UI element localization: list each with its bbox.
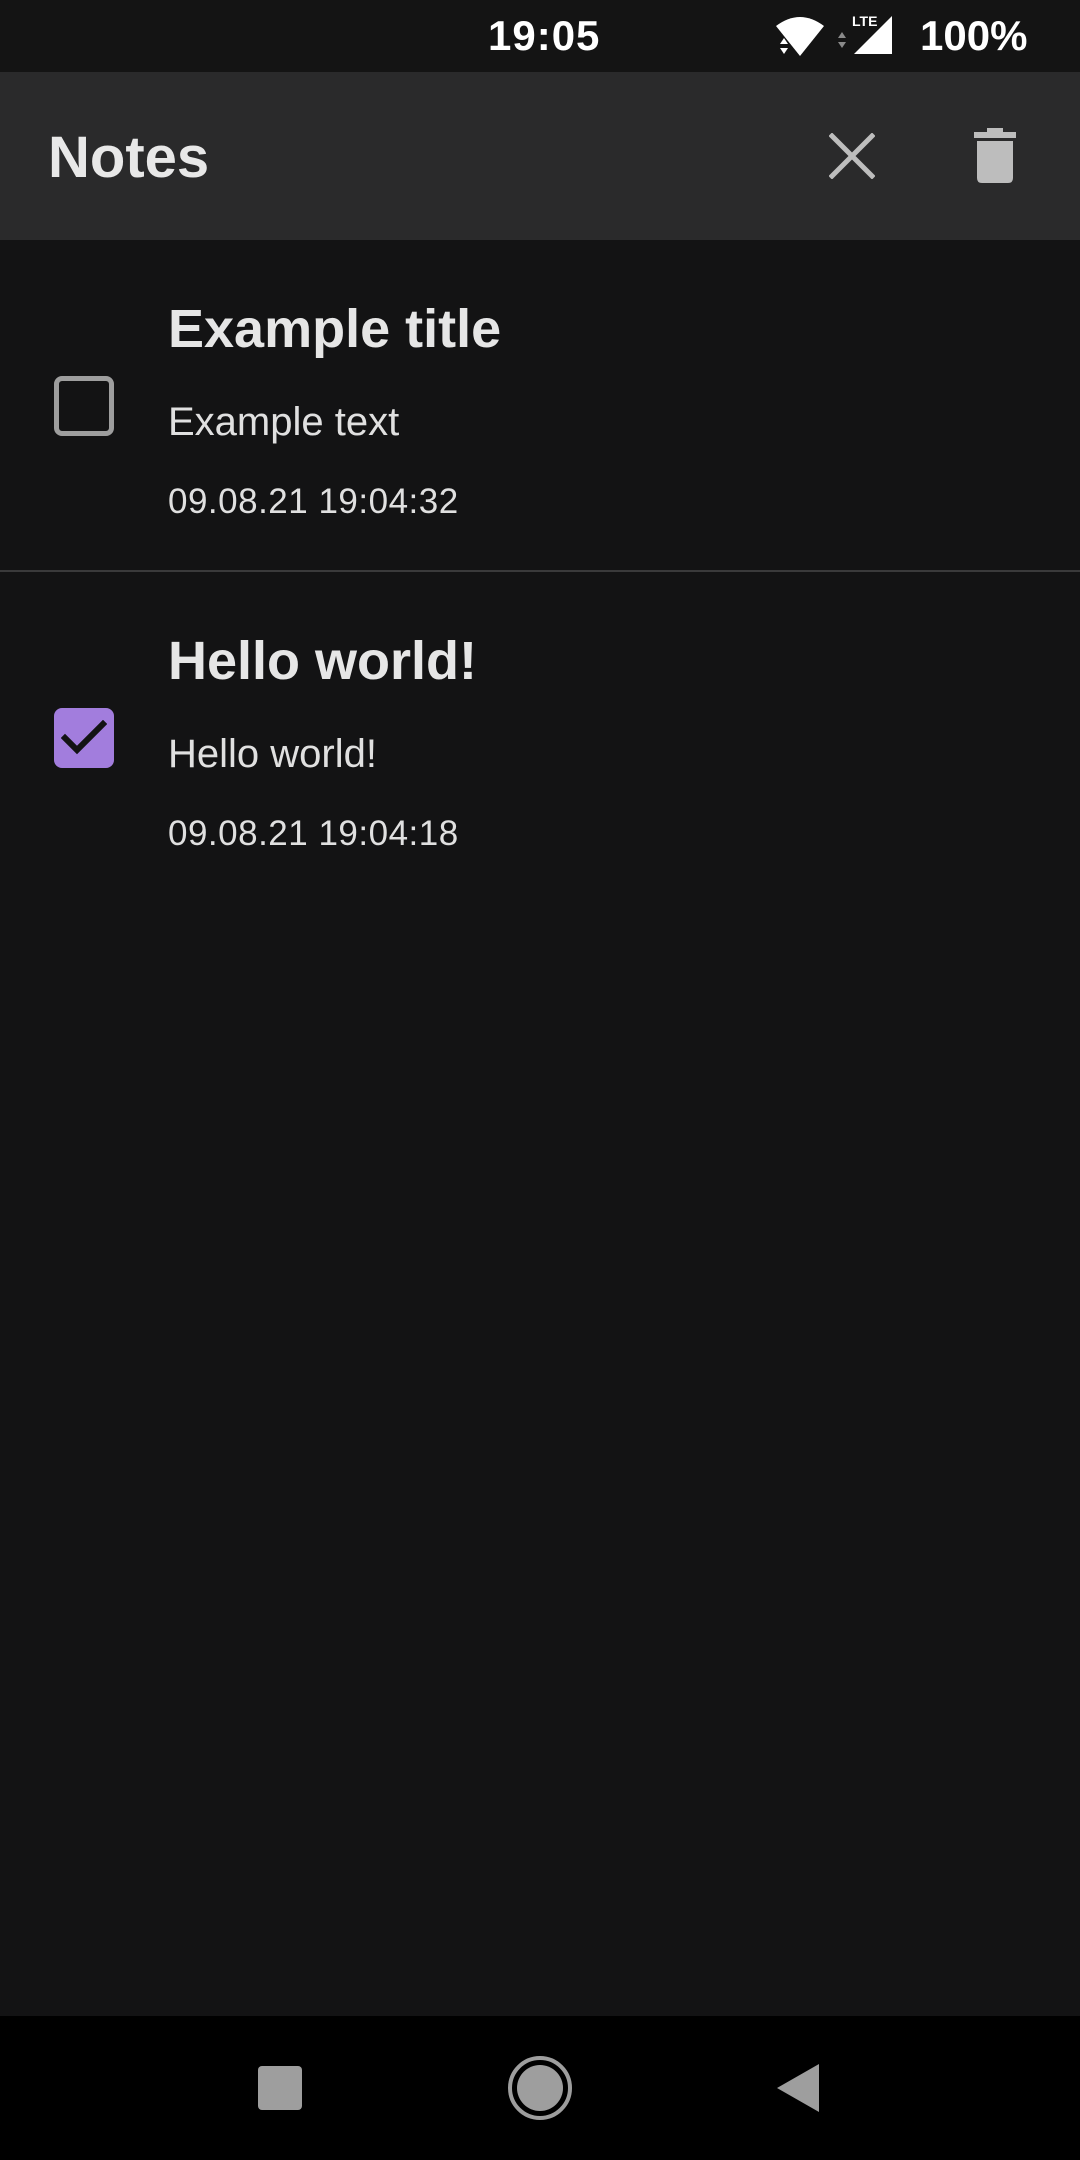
navigation-bar [0,2016,1080,2160]
wifi-icon [776,17,824,56]
note-text: Example text [168,400,400,444]
circle-icon [508,2056,572,2120]
note-date: 09.08.21 19:04:32 [168,482,459,521]
trash-icon [974,128,1016,183]
close-icon [829,133,875,179]
note-checkbox[interactable] [54,708,114,768]
note-title: Hello world! [168,631,477,691]
notes-list: Example title Example text 09.08.21 19:0… [0,240,1080,904]
note-item[interactable]: Example title Example text 09.08.21 19:0… [0,240,1080,572]
square-icon [258,2066,302,2110]
lte-signal-icon: LTE [838,13,892,54]
note-checkbox[interactable] [54,376,114,436]
screen: 19:05 LTE 100% Notes Example title Examp… [0,0,1080,2160]
note-item[interactable]: Hello world! Hello world! 09.08.21 19:04… [0,572,1080,904]
app-bar: Notes [0,72,1080,240]
note-title: Example title [168,299,502,359]
close-selection-button[interactable] [810,114,894,198]
battery-level: 100% [920,12,1028,59]
status-time: 19:05 [488,12,601,59]
recents-button[interactable] [238,2046,322,2130]
triangle-back-icon [777,2064,819,2112]
home-button[interactable] [498,2046,582,2130]
status-bar: 19:05 LTE 100% [0,0,1080,72]
note-text: Hello world! [168,732,377,776]
checkmark-icon [61,720,107,755]
page-title: Notes [48,125,210,190]
back-button[interactable] [756,2046,840,2130]
network-label: LTE [852,13,877,29]
delete-button[interactable] [953,114,1037,198]
note-date: 09.08.21 19:04:18 [168,814,459,853]
